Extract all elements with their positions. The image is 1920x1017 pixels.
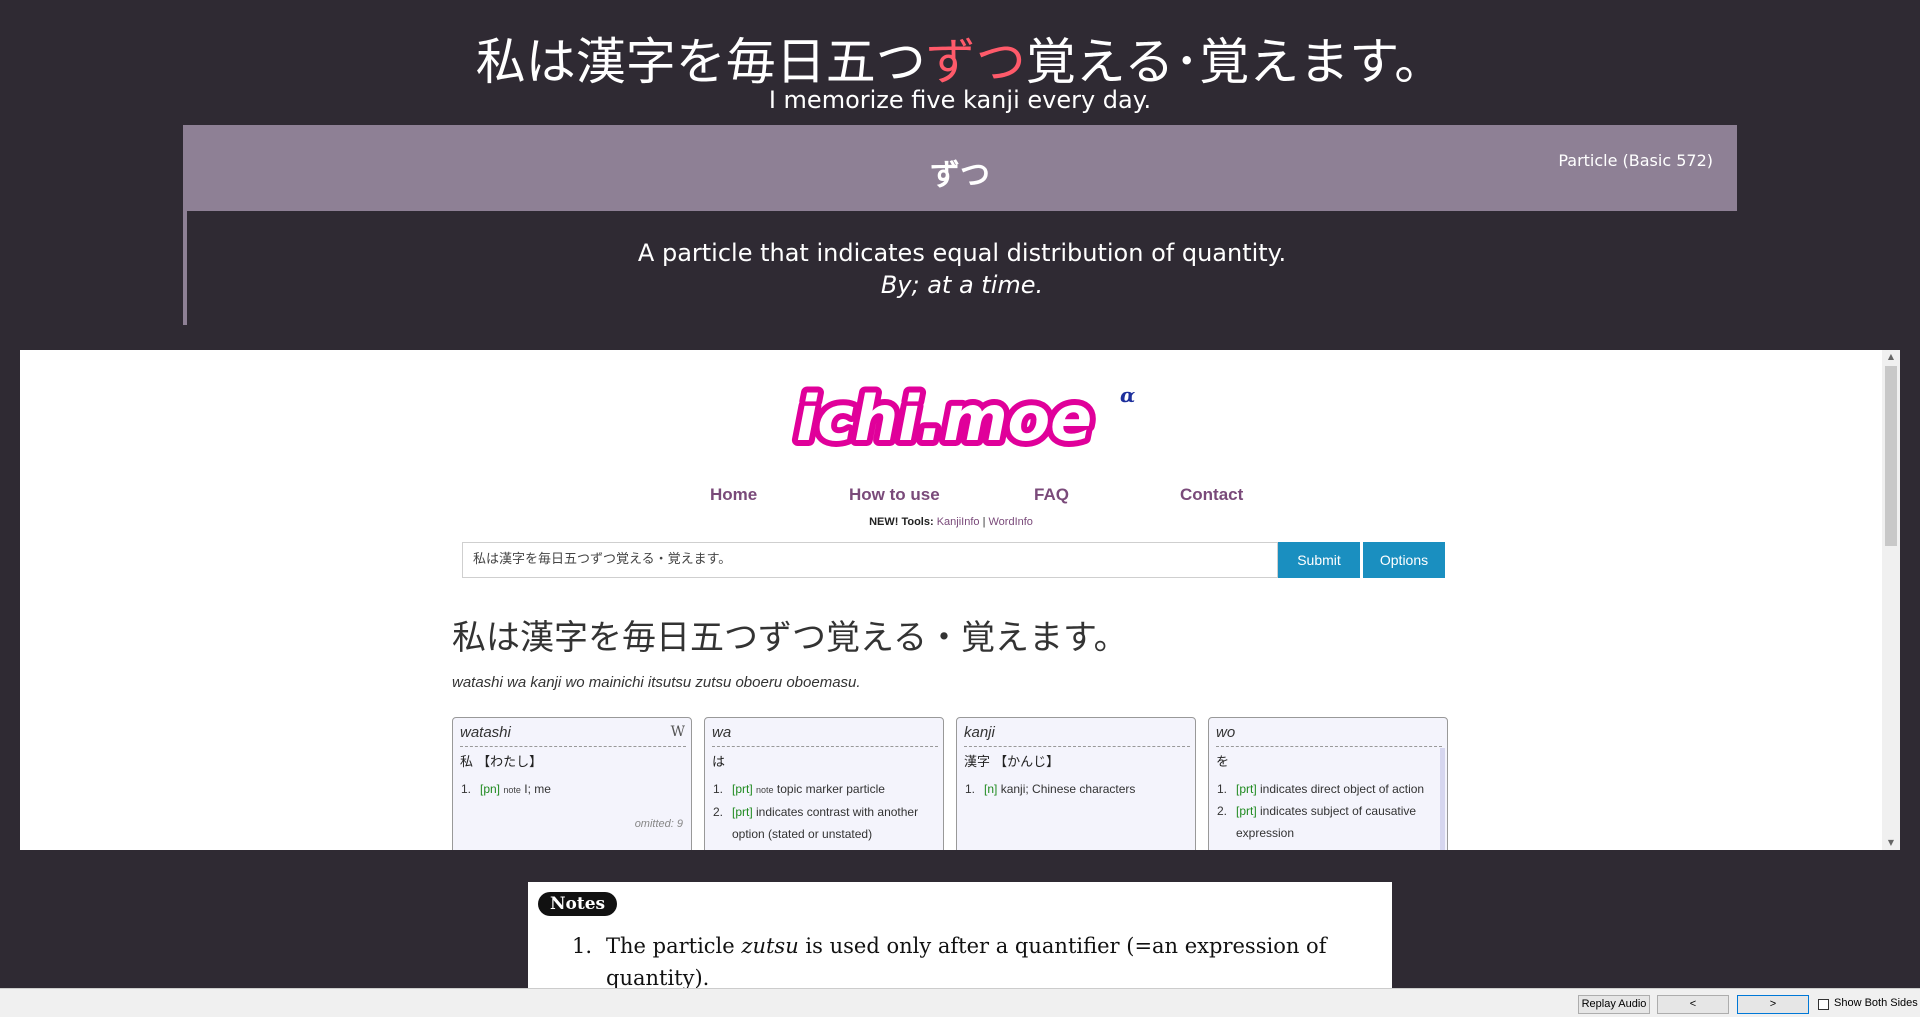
def-text: I; me (524, 782, 551, 796)
word-card-wo[interactable]: wo を 1. [prt] indicates direct object of … (1208, 717, 1448, 850)
definition-item: 1. [n] kanji; Chinese characters (965, 778, 1187, 800)
definition-item: 1. [pn] note I; me (461, 778, 683, 801)
show-both-sides-label: Show Both Sides (1834, 997, 1918, 1009)
tools-separator: | (982, 516, 986, 528)
card-word: kanji (964, 724, 1190, 747)
def-number: 1. (965, 782, 976, 796)
def-note: note (503, 785, 521, 795)
def-pos: [prt] (732, 782, 753, 796)
card-definitions: 1. [prt] indicates direct object of actio… (1217, 778, 1439, 844)
definition-item: 1. [prt] indicates direct object of actio… (1217, 778, 1439, 800)
definition-item: 2. [prt] indicates subject of causative e… (1217, 800, 1439, 844)
sentence-part-before: 私は漢字を毎日五つ (475, 33, 926, 91)
card-definitions: 1. [n] kanji; Chinese characters (965, 778, 1187, 800)
notes-text-before: The particle (606, 934, 735, 958)
def-text: indicates contrast with another option (… (732, 805, 919, 841)
japanese-sentence: 私は漢字を毎日五つずつ覚える･覚えます。 (0, 22, 1920, 94)
word-card-kanji[interactable]: kanji 漢字 【かんじ】 1. [n] kanji; Chinese char… (956, 717, 1196, 850)
notes-item-number: 1. (572, 934, 593, 958)
search-input[interactable]: 私は漢字を毎日五つずつ覚える・覚えます。 (462, 542, 1278, 578)
notes-badge: Notes (538, 892, 618, 916)
def-pos: [prt] (1236, 782, 1257, 796)
notes-item: 1. The particle zutsu is used only after… (572, 930, 1372, 988)
def-number: 1. (713, 782, 724, 796)
tools-wordinfo-link[interactable]: WordInfo (988, 516, 1032, 528)
card-reading: 漢字 【かんじ】 (964, 755, 1060, 770)
grammar-definition: A particle that indicates equal distribu… (637, 239, 1287, 267)
notes-item-body: The particle zutsu is used only after a … (572, 930, 1372, 988)
sentence-part-after: 覚える･覚えます。 (1025, 33, 1445, 91)
notes-panel: Notes 1. The particle zutsu is used only… (528, 882, 1392, 988)
card-reading: は (712, 755, 726, 770)
browser-scrollbar[interactable]: ▲ ▼ (1882, 350, 1900, 850)
def-number: 2. (1217, 804, 1228, 818)
card-reading: 私 【わたし】 (460, 755, 543, 770)
nav-home[interactable]: Home (710, 485, 757, 505)
result-sentence: 私は漢字を毎日五つずつ覚える・覚えます。 (452, 618, 1128, 658)
word-card-watashi[interactable]: watashi W 私 【わたし】 1. [pn] note I; me omit… (452, 717, 692, 850)
notes-text-italic: zutsu (741, 934, 799, 958)
replay-audio-button[interactable]: Replay Audio (1578, 995, 1650, 1014)
nav-how-to-use[interactable]: How to use (849, 485, 940, 505)
def-note: note (756, 785, 774, 795)
def-pos: [prt] (732, 805, 753, 819)
tools-label: NEW! Tools: (869, 516, 934, 528)
result-romaji: watashi wa kanji wo mainichi itsutsu zut… (452, 674, 861, 691)
def-pos: [pn] (480, 782, 501, 796)
card-definitions: 1. [prt] note topic marker particle 2. [pr… (713, 778, 935, 845)
logo-alpha: α (1120, 383, 1135, 407)
nav-faq[interactable]: FAQ (1034, 485, 1069, 505)
previous-button[interactable]: < (1657, 995, 1729, 1014)
grammar-header: ずつ Particle (Basic 572) (183, 125, 1737, 211)
def-text: topic marker particle (776, 782, 885, 796)
scroll-thumb[interactable] (1885, 366, 1897, 546)
wiki-icon[interactable]: W (671, 724, 685, 740)
scroll-up-arrow-icon[interactable]: ▲ (1882, 350, 1900, 364)
word-card-wa[interactable]: wa は 1. [prt] note topic marker particle … (704, 717, 944, 850)
def-number: 1. (1217, 782, 1228, 796)
card-word: watashi (460, 724, 686, 747)
options-button[interactable]: Options (1363, 542, 1445, 578)
tools-line: NEW! Tools: KanjiInfo | WordInfo (20, 516, 1882, 528)
nav-contact[interactable]: Contact (1180, 485, 1243, 505)
card-definitions: 1. [pn] note I; me (461, 778, 683, 801)
grammar-english: By; at a time. (880, 271, 1044, 299)
def-pos: [n] (984, 782, 998, 796)
grammar-body: A particle that indicates equal distribu… (183, 211, 1737, 325)
def-pos: [prt] (1236, 804, 1257, 818)
tools-kanjiinfo-link[interactable]: KanjiInfo (937, 516, 980, 528)
grammar-term: ずつ (930, 158, 990, 193)
review-bottom-bar: Replay Audio < > Show Both Sides (0, 988, 1920, 1017)
card-word: wo (1216, 724, 1442, 747)
ichimoe-logo[interactable]: ichi.moe α (788, 378, 1148, 458)
sentence-translation: I memorize five kanji every day. (768, 86, 1152, 114)
definition-item: 2. [prt] indicates contrast with another … (713, 801, 935, 845)
card-reading: を (1216, 755, 1230, 770)
embedded-browser: ichi.moe α Home How to use FAQ Contact N… (20, 350, 1900, 850)
omitted-count: omitted: 9 (634, 818, 683, 830)
def-number: 2. (713, 805, 724, 819)
logo-text: ichi.moe (796, 382, 1092, 455)
grammar-level: Particle (Basic 572) (1558, 151, 1713, 170)
def-text: kanji; Chinese characters (1000, 782, 1136, 796)
card-word: wa (712, 724, 938, 747)
def-text: indicates subject of causative expressio… (1236, 804, 1417, 840)
sentence-highlight: ずつ (925, 33, 1026, 91)
definition-item: 1. [prt] note topic marker particle (713, 778, 935, 801)
next-button[interactable]: > (1737, 995, 1809, 1014)
def-number: 1. (461, 782, 472, 796)
scroll-down-arrow-icon[interactable]: ▼ (1882, 836, 1900, 850)
def-text: indicates direct object of action (1260, 782, 1425, 796)
card-scrollbar[interactable] (1440, 748, 1445, 850)
submit-button[interactable]: Submit (1278, 542, 1360, 578)
show-both-sides-checkbox[interactable] (1818, 999, 1829, 1010)
